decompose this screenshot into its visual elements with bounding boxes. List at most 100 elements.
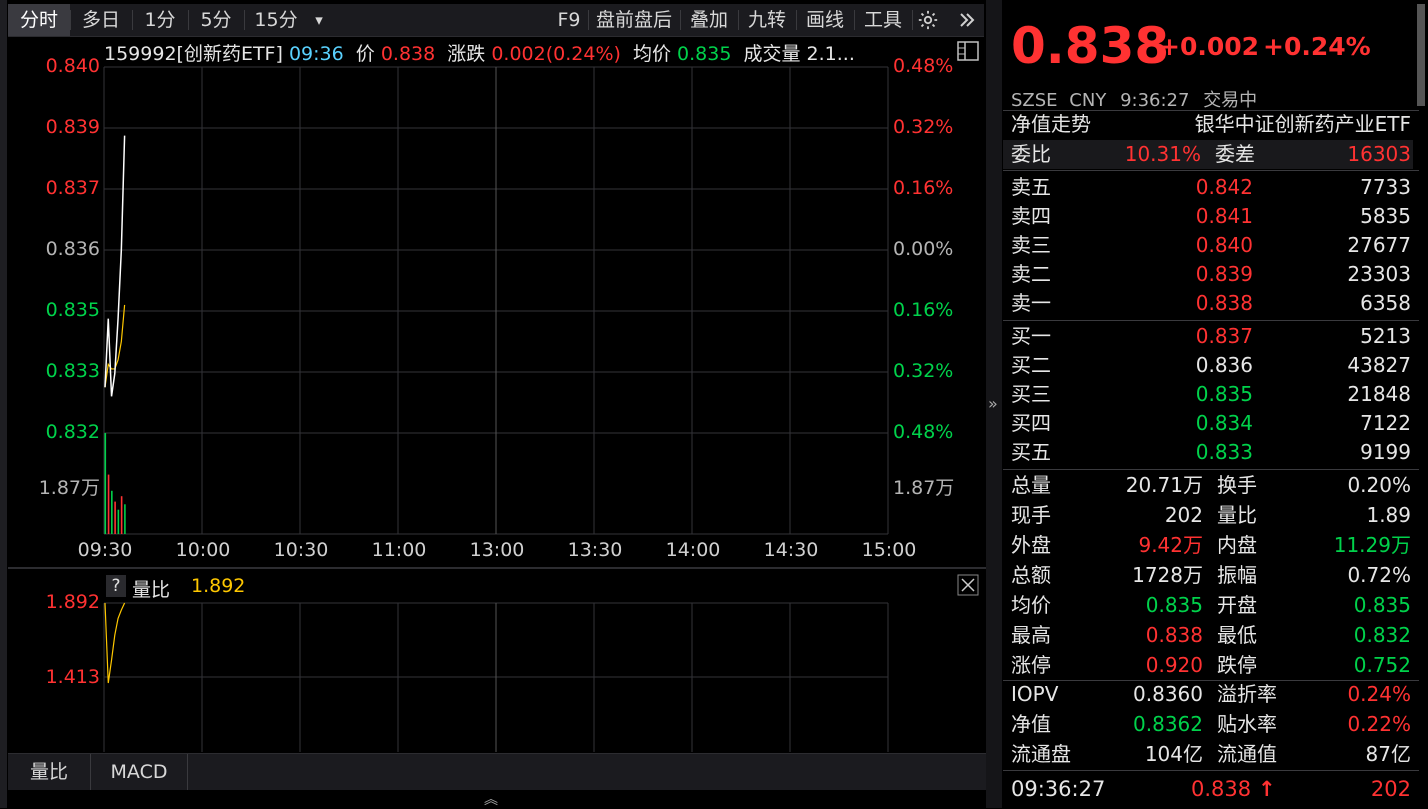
bid-level-volume: 5213 (1360, 324, 1411, 348)
time-tick-label: 10:00 (175, 539, 231, 561)
stat-row: 涨停 0.920 跌停 0.752 (1003, 651, 1413, 680)
stat-row: IOPV 0.8360 溢折率 0.24% (1003, 680, 1413, 709)
price-axis-label: 0.840 (45, 55, 100, 77)
scrollbar[interactable] (1417, 4, 1425, 106)
tick-row: 09:36:27 0.838 ↑ 202 (1003, 775, 1413, 804)
bid-level-price: 0.834 (1195, 411, 1253, 435)
tab-macd[interactable]: MACD (91, 754, 188, 790)
ask-level-row[interactable]: 卖二 0.839 23303 (1003, 260, 1413, 289)
nav-row[interactable]: 净值走势 银华中证创新药产业ETF (1003, 110, 1413, 139)
ask-level-row[interactable]: 卖三 0.840 27677 (1003, 231, 1413, 260)
stat-label: 内盘 (1217, 533, 1257, 557)
stat-label: 均价 (1011, 593, 1051, 617)
bid-level-row[interactable]: 买一 0.837 5213 (1003, 322, 1413, 351)
ask-level-row[interactable]: 卖五 0.842 7733 (1003, 173, 1413, 202)
volume-ratio-line (104, 602, 126, 684)
weibi-value: 10.31% (1124, 142, 1201, 166)
vr-axis-top: 1.892 (45, 591, 100, 613)
ask-level-volume: 27677 (1347, 233, 1411, 257)
ask-level-label: 卖四 (1011, 204, 1051, 228)
bid-level-row[interactable]: 买四 0.834 7122 (1003, 409, 1413, 438)
stat-row: 总量 20.71万 换手 0.20% (1003, 471, 1413, 500)
chart-grid (8, 66, 986, 752)
ask-level-price: 0.838 (1195, 291, 1253, 315)
stat-label: 现手 (1011, 503, 1051, 527)
volume-bar (111, 490, 113, 534)
bid-level-price: 0.835 (1195, 382, 1253, 406)
ask-level-volume: 7733 (1360, 175, 1411, 199)
stat-row: 流通盘 104亿 流通值 87亿 (1003, 740, 1413, 769)
stat-label: 总额 (1011, 563, 1051, 587)
tick-price: 0.838 (1191, 777, 1252, 801)
percent-axis-label: 0.32% (893, 360, 954, 382)
bid-level-price: 0.836 (1195, 353, 1253, 377)
stat-label: 溢折率 (1217, 682, 1277, 706)
expand-bottom-icon[interactable]: ︽ (484, 789, 498, 809)
stat-row: 最高 0.838 最低 0.832 (1003, 621, 1413, 650)
stat-value: 202 (1164, 503, 1203, 527)
stat-label: 最高 (1011, 623, 1051, 647)
ask-level-price: 0.841 (1195, 204, 1253, 228)
stat-label: 跌停 (1217, 653, 1257, 677)
stat-value: 0.8360 (1133, 682, 1203, 706)
time-tick-label: 14:30 (763, 539, 819, 561)
stat-label: 流通值 (1217, 742, 1277, 766)
quote-panel: 0.838 +0.002 +0.24% SZSE CNY 9:36:27 交易中… (1003, 4, 1425, 808)
nav-trend-link[interactable]: 净值走势 (1011, 110, 1091, 139)
volume-bar (124, 504, 126, 534)
stat-row: 外盘 9.42万 内盘 11.29万 (1003, 531, 1413, 560)
intraday-chart[interactable] (0, 0, 990, 808)
indicator-help-icon[interactable]: ? (106, 575, 126, 597)
trading-status: 交易中 (1203, 90, 1258, 111)
ask-level-row[interactable]: 卖四 0.841 5835 (1003, 202, 1413, 231)
price-axis-label: 0.837 (45, 177, 100, 199)
stat-label: 换手 (1217, 473, 1257, 497)
stat-value: 9.42万 (1138, 533, 1203, 557)
percent-axis-label: 0.48% (893, 55, 954, 77)
tab-volume-ratio[interactable]: 量比 (8, 754, 91, 790)
stat-value: 0.752 (1353, 653, 1411, 677)
percent-axis-label: 0.16% (893, 299, 954, 321)
ask-level-volume: 5835 (1360, 204, 1411, 228)
weicha-value: 16303 (1347, 142, 1411, 166)
currency-code: CNY (1069, 90, 1107, 111)
volume-bar (107, 474, 110, 534)
bid-level-row[interactable]: 买二 0.836 43827 (1003, 351, 1413, 380)
bid-level-label: 买二 (1011, 353, 1051, 377)
ask-level-label: 卖二 (1011, 262, 1051, 286)
stat-label: 最低 (1217, 623, 1257, 647)
market-status-line: SZSE CNY 9:36:27 交易中 (1011, 86, 1257, 112)
close-indicator-icon[interactable] (957, 574, 979, 600)
weicha-label: 委差 (1215, 142, 1255, 166)
time-tick-label: 14:00 (665, 539, 721, 561)
bid-level-volume: 43827 (1347, 353, 1411, 377)
up-arrow-icon: ↑ (1258, 777, 1276, 801)
stat-value: 1.89 (1366, 503, 1411, 527)
ask-level-row[interactable]: 卖一 0.838 6358 (1003, 289, 1413, 318)
stat-label: 振幅 (1217, 563, 1257, 587)
bid-level-label: 买四 (1011, 411, 1051, 435)
stat-value: 0.22% (1347, 712, 1411, 736)
indicator-value: 1.892 (191, 575, 246, 597)
bid-level-label: 买五 (1011, 440, 1051, 464)
price-change: +0.002 (1159, 32, 1260, 61)
expand-panel-icon[interactable]: » (988, 394, 998, 413)
bid-level-price: 0.837 (1195, 324, 1253, 348)
tick-volume: 202 (1370, 777, 1411, 801)
bid-level-label: 买一 (1011, 324, 1051, 348)
bid-level-row[interactable]: 买三 0.835 21848 (1003, 380, 1413, 409)
bid-level-row[interactable]: 买五 0.833 9199 (1003, 438, 1413, 467)
tick-time: 09:36:27 (1011, 777, 1106, 801)
percent-axis-label: 0.32% (893, 116, 954, 138)
time-tick-label: 13:00 (469, 539, 525, 561)
volume-bar (117, 509, 120, 534)
price-axis-label: 0.839 (45, 116, 100, 138)
stat-row: 总额 1728万 振幅 0.72% (1003, 561, 1413, 590)
exchange-code: SZSE (1011, 90, 1058, 111)
bid-level-volume: 9199 (1360, 440, 1411, 464)
stat-value: 1728万 (1132, 563, 1203, 587)
ask-level-price: 0.840 (1195, 233, 1253, 257)
stat-row: 均价 0.835 开盘 0.835 (1003, 591, 1413, 620)
volume-axis-left-label: 1.87万 (38, 477, 100, 499)
stat-label: 涨停 (1011, 653, 1051, 677)
